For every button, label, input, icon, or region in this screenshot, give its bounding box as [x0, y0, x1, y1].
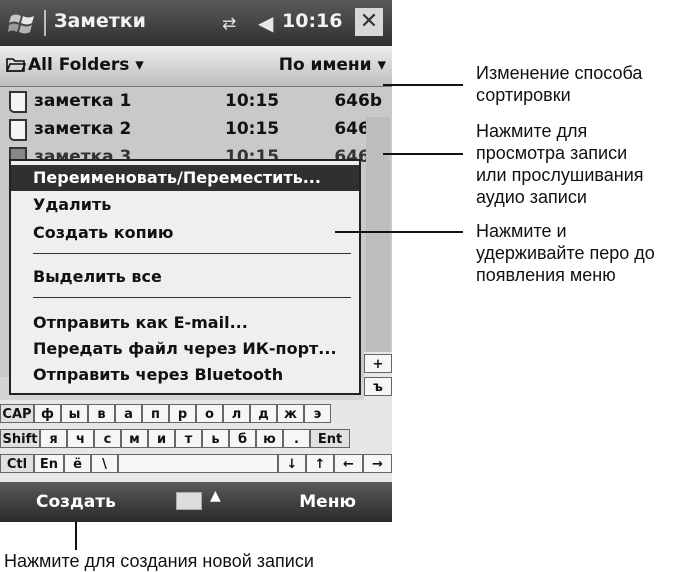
- key[interactable]: ъ: [364, 377, 392, 396]
- folder-bar: All Folders ▾ По имени ▾: [0, 46, 392, 87]
- note-size: 646b: [334, 91, 382, 111]
- key[interactable]: и: [148, 429, 175, 448]
- sip-arrow-icon[interactable]: ▲: [210, 488, 221, 504]
- key[interactable]: ж: [277, 404, 304, 423]
- key[interactable]: п: [142, 404, 169, 423]
- new-note-softkey[interactable]: Создать: [36, 492, 116, 512]
- key[interactable]: ё: [64, 454, 91, 473]
- key[interactable]: д: [250, 404, 277, 423]
- windows-logo-icon[interactable]: [8, 8, 38, 38]
- key[interactable]: т: [175, 429, 202, 448]
- note-time: 10:15: [225, 119, 280, 139]
- close-button[interactable]: ✕: [355, 8, 383, 36]
- note-name: заметка 2: [34, 119, 132, 139]
- callout-view: Нажмите для просмотра записи или прослуш…: [476, 121, 644, 207]
- key[interactable]: р: [169, 404, 196, 423]
- key[interactable]: я: [40, 429, 67, 448]
- callout-line-create: [75, 522, 77, 550]
- title-bar: Заметки ⇄ ◀ 10:16 ✕: [0, 0, 392, 46]
- key[interactable]: ы: [61, 404, 88, 423]
- key-lang[interactable]: En: [34, 454, 64, 473]
- sort-dropdown[interactable]: По имени ▾: [279, 55, 386, 75]
- menu-item-send-infrared[interactable]: Передать файл через ИК-порт...: [33, 339, 337, 358]
- note-name: заметка 1: [34, 91, 132, 111]
- menu-softkey[interactable]: Меню: [299, 492, 356, 512]
- menu-separator: [33, 253, 351, 254]
- note-time: 10:15: [225, 91, 280, 111]
- key[interactable]: ф: [34, 404, 61, 423]
- note-file-icon: [9, 91, 27, 113]
- key[interactable]: а: [115, 404, 142, 423]
- key-arrow-up[interactable]: ↑: [306, 454, 334, 473]
- key-arrow-right[interactable]: →: [363, 454, 392, 473]
- menu-item-copy[interactable]: Создать копию: [33, 223, 173, 242]
- key[interactable]: ч: [67, 429, 94, 448]
- key[interactable]: м: [121, 429, 148, 448]
- volume-icon[interactable]: ◀: [258, 11, 273, 35]
- key-caps[interactable]: CAP: [0, 404, 34, 423]
- menu-item-rename-move[interactable]: Переименовать/Переместить...: [11, 165, 359, 191]
- key[interactable]: ь: [202, 429, 229, 448]
- key[interactable]: \: [91, 454, 118, 473]
- menu-item-send-email[interactable]: Отправить как E-mail...: [33, 313, 248, 332]
- key[interactable]: с: [94, 429, 121, 448]
- callout-create: Нажмите для создания новой записи: [4, 551, 314, 571]
- bottom-softkey-bar: Создать ▲ Меню: [0, 482, 392, 522]
- callout-line-sort: [383, 84, 463, 86]
- callout-hold: Нажмите и удерживайте перо до появления …: [476, 221, 655, 285]
- key[interactable]: л: [223, 404, 250, 423]
- key[interactable]: в: [88, 404, 115, 423]
- menu-separator: [33, 297, 351, 298]
- note-file-icon: [9, 119, 27, 141]
- key[interactable]: э: [304, 404, 331, 423]
- key-ctrl[interactable]: Ctl: [0, 454, 34, 473]
- key[interactable]: .: [283, 429, 310, 448]
- menu-item-send-bluetooth[interactable]: Отправить через Bluetooth: [33, 365, 283, 384]
- folder-icon: [5, 58, 27, 72]
- key[interactable]: ю: [256, 429, 283, 448]
- keyboard-side-keys: + ъ: [364, 352, 392, 400]
- pocket-pc-screen: Заметки ⇄ ◀ 10:16 ✕ All Folders ▾ По име…: [0, 0, 392, 522]
- list-item[interactable]: заметка 2 10:15 646b: [0, 117, 392, 143]
- key-arrow-down[interactable]: ↓: [278, 454, 306, 473]
- key-shift[interactable]: Shift: [0, 429, 40, 448]
- key-enter[interactable]: Ent: [310, 429, 350, 448]
- key[interactable]: о: [196, 404, 223, 423]
- context-menu: Переименовать/Переместить... Удалить Соз…: [9, 159, 361, 395]
- app-title: Заметки: [54, 10, 146, 32]
- key[interactable]: б: [229, 429, 256, 448]
- folder-dropdown[interactable]: All Folders ▾: [5, 55, 144, 75]
- menu-item-delete[interactable]: Удалить: [33, 195, 111, 214]
- key[interactable]: +: [364, 354, 392, 373]
- list-item[interactable]: заметка 1 10:15 646b: [0, 89, 392, 115]
- menu-item-select-all[interactable]: Выделить все: [33, 267, 162, 286]
- keyboard-icon[interactable]: [176, 492, 202, 510]
- title-separator: [44, 10, 46, 36]
- callout-line-hold: [335, 231, 463, 233]
- list-scrollbar[interactable]: [366, 117, 390, 377]
- key-arrow-left[interactable]: ←: [334, 454, 363, 473]
- callout-line-view: [383, 153, 463, 155]
- callout-sort: Изменение способа сортировки: [476, 63, 643, 105]
- folder-dropdown-label: All Folders ▾: [28, 55, 144, 75]
- clock[interactable]: 10:16: [282, 10, 342, 32]
- connectivity-icon[interactable]: ⇄: [222, 14, 236, 34]
- soft-keyboard: CAP ф ы в а п р о л д ж э Shift я ч с м …: [0, 400, 392, 482]
- key-space[interactable]: [118, 454, 278, 473]
